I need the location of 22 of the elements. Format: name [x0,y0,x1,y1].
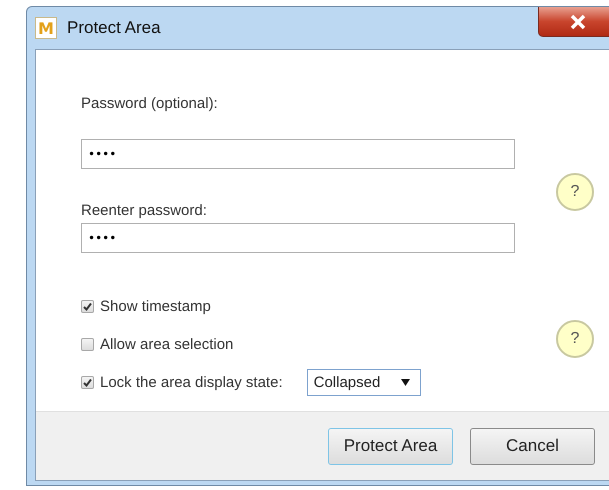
checkbox[interactable] [81,338,94,350]
window-title: Protect Area [67,18,161,38]
password-field[interactable]: •••• [81,139,515,169]
close-icon [569,14,587,30]
field-label: Reenter password: [81,202,207,219]
password-field[interactable]: •••• [81,223,515,253]
option-label: Show timestamp [100,298,211,314]
checkmark-icon [83,378,92,386]
checkbox[interactable] [81,300,94,312]
help-button[interactable]: ? [556,173,594,211]
option-label: Lock the area display state: [100,374,283,390]
protect-area-button[interactable]: Protect Area [328,428,453,464]
checkbox[interactable] [81,376,94,388]
close-button[interactable] [538,7,609,37]
field-label: Password (optional): [81,95,218,112]
help-button[interactable]: ? [556,320,594,358]
display-state-dropdown[interactable]: Collapsed [306,368,421,396]
option-label: Allow area selection [100,336,234,352]
cancel-button[interactable]: Cancel [470,428,595,464]
app-icon: M [35,17,57,39]
caret-icon [400,378,410,386]
checkmark-icon [83,302,92,310]
